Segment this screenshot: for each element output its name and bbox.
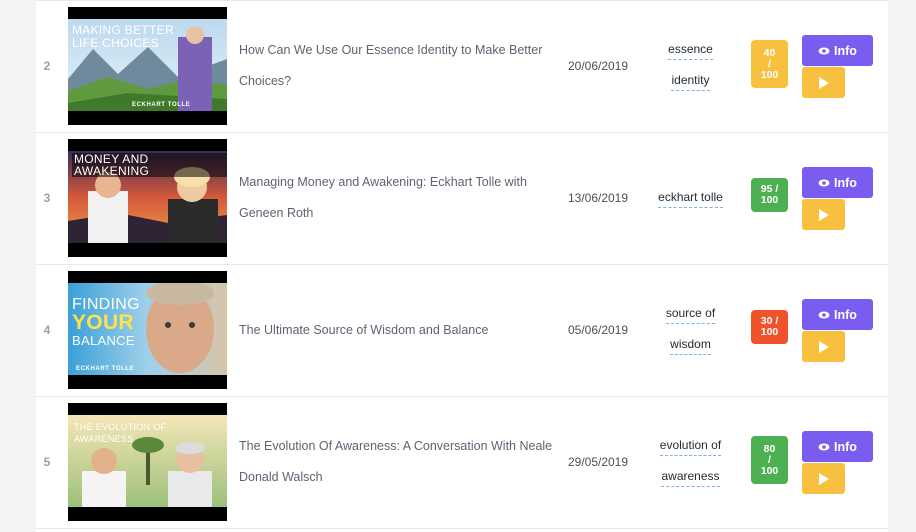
play-icon	[819, 76, 829, 89]
thumbnail-caption: MAKING BETTER	[72, 23, 174, 37]
table-row: 2 MAKING BETTER LIFE CHOICES ECKHART TOL…	[36, 0, 888, 133]
eye-icon	[818, 47, 830, 54]
score-badge: 95 / 100	[751, 178, 788, 212]
video-title[interactable]: The Ultimate Source of Wisdom and Balanc…	[239, 264, 559, 396]
score-max: 100	[760, 326, 779, 338]
tag-link[interactable]: wisdom	[670, 336, 711, 355]
video-thumbnail[interactable]: MAKING BETTER LIFE CHOICES ECKHART TOLLE	[68, 7, 227, 125]
tag-link[interactable]: eckhart tolle	[658, 189, 723, 208]
thumbnail-caption: LIFE CHOICES	[72, 36, 159, 50]
play-button[interactable]	[802, 199, 845, 230]
tag-list: eckhart tolle	[644, 132, 737, 264]
info-button-label: Info	[834, 175, 857, 190]
row-number: 3	[43, 191, 51, 205]
tag-link[interactable]: identity	[671, 72, 710, 91]
tag-link[interactable]: source of	[665, 305, 716, 324]
info-button[interactable]: Info	[802, 167, 873, 198]
video-thumbnail[interactable]: FINDING YOUR BALANCE ECKHART TOLLE	[68, 271, 227, 389]
tag-link[interactable]: essence	[668, 41, 713, 60]
thumbnail-caption: BALANCE	[72, 333, 135, 348]
thumbnail-caption: MONEY AND AWAKENING	[72, 153, 227, 177]
video-thumbnail[interactable]: MONEY AND AWAKENING	[68, 139, 227, 257]
eye-icon	[818, 311, 830, 318]
thumbnail-caption: YOUR	[72, 311, 134, 334]
play-icon	[819, 208, 829, 221]
play-icon	[819, 472, 829, 485]
video-thumbnail[interactable]: THE EVOLUTION OF AWARENESS	[68, 403, 227, 521]
score-badge: 80 / 100	[751, 436, 788, 484]
eye-icon	[818, 443, 830, 450]
tag-link[interactable]: evolution of	[659, 437, 722, 456]
score-value: 40	[763, 46, 776, 59]
score-max: 100	[760, 464, 779, 477]
play-button[interactable]	[802, 331, 845, 362]
video-title[interactable]: How Can We Use Our Essence Identity to M…	[239, 0, 559, 132]
info-button[interactable]: Info	[802, 299, 873, 330]
video-date: 13/06/2019	[567, 191, 629, 205]
row-number: 2	[43, 59, 51, 73]
info-button[interactable]: Info	[802, 35, 873, 66]
info-button-label: Info	[834, 307, 857, 322]
row-number: 4	[43, 323, 51, 337]
score-max: 100	[760, 68, 779, 81]
eye-icon	[818, 179, 830, 186]
tag-link[interactable]: awareness	[661, 468, 720, 487]
score-value: 80	[763, 442, 776, 455]
score-separator: /	[768, 57, 771, 70]
tag-list: essence identity	[644, 0, 737, 132]
info-button-label: Info	[834, 43, 857, 58]
play-button[interactable]	[802, 67, 845, 98]
info-button-label: Info	[834, 439, 857, 454]
video-date: 20/06/2019	[567, 59, 629, 73]
score-max: 100	[760, 194, 779, 206]
info-button[interactable]: Info	[802, 431, 873, 462]
video-title[interactable]: The Evolution Of Awareness: A Conversati…	[239, 396, 559, 528]
score-badge: 40 / 100	[751, 40, 788, 88]
video-date: 29/05/2019	[567, 455, 629, 469]
table-row: 5 THE EVOLUTION OF AWARENESS The Evoluti…	[36, 396, 888, 529]
play-button[interactable]	[802, 463, 845, 494]
table-row: 3 MONEY AND AWAKENING Managing Money and…	[36, 132, 888, 265]
tag-list: evolution of awareness	[644, 396, 737, 528]
video-date: 05/06/2019	[567, 323, 629, 337]
thumbnail-brand: ECKHART TOLLE	[132, 102, 191, 108]
score-separator: /	[768, 453, 771, 466]
tag-list: source of wisdom	[644, 264, 737, 396]
thumbnail-brand: ECKHART TOLLE	[76, 366, 135, 372]
thumbnail-caption: THE EVOLUTION OF AWARENESS	[74, 422, 167, 444]
score-badge: 30 / 100	[751, 310, 788, 344]
row-number: 5	[43, 455, 51, 469]
table-row: 4 FINDING YOUR BALANCE ECKHART TOLLE The…	[36, 264, 888, 397]
thumbnail-caption: FINDING	[72, 296, 140, 313]
video-table: 2 MAKING BETTER LIFE CHOICES ECKHART TOL…	[36, 0, 888, 532]
video-title[interactable]: Managing Money and Awakening: Eckhart To…	[239, 132, 559, 264]
play-icon	[819, 340, 829, 353]
